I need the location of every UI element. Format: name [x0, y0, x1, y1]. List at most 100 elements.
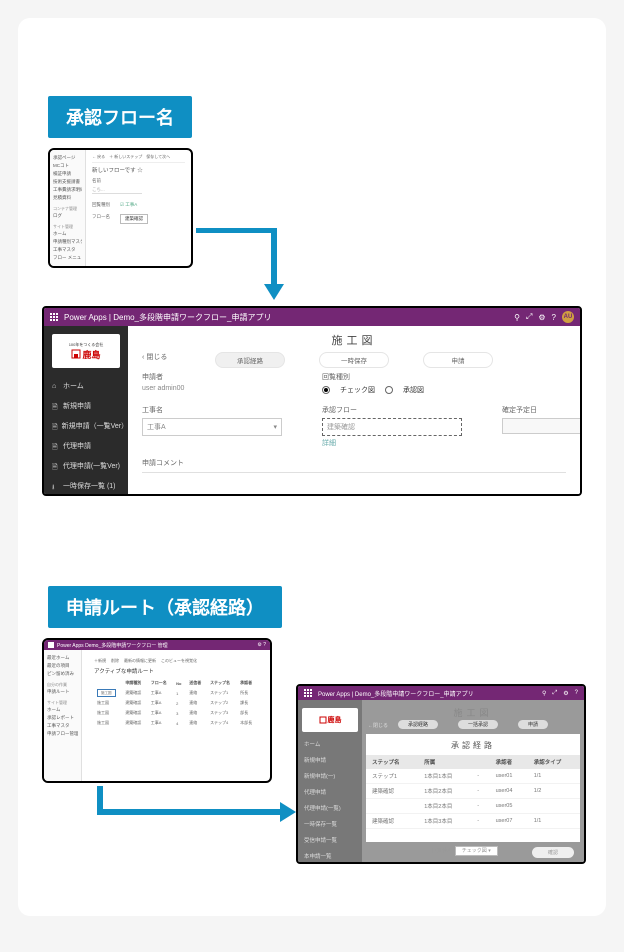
toolbar-save[interactable]: 保存して次へ [146, 154, 170, 160]
sidebar-item[interactable]: フロー メニュ [53, 254, 82, 262]
nav-draft-list[interactable]: ⭳一時保存一覧 (1) [44, 476, 128, 496]
tag-label: 回覧種別 [92, 202, 110, 208]
nav-new-request-list[interactable]: 🗎新規申請（一覧Ver） [44, 416, 128, 436]
save-icon: ⭳ [52, 483, 59, 490]
sidebar-item[interactable]: 承認ページ [53, 154, 82, 162]
table-row[interactable]: 施工図建築確認工事A1連絡ステップ1所長 [94, 688, 258, 698]
sidebar-item[interactable]: 工事マスタ [47, 722, 78, 730]
nav-proxy-request[interactable]: 🗎代理申請 [44, 436, 128, 456]
nav-item[interactable]: 新規申請(一) [298, 768, 362, 784]
approval-route-panel: Power Apps | Demo_多段階申請ワークフロー_申請アプリ ⚲ ⤢ … [296, 684, 586, 864]
table-row[interactable]: 施工図建築確認工事A4連絡ステップ4本部長 [94, 718, 258, 728]
sidebar-item[interactable]: 申請ルート [47, 688, 78, 696]
cmd-visual[interactable]: このビューを視覚化 [161, 658, 197, 664]
col-type[interactable]: 申請種別 [122, 678, 147, 688]
sidebar-item[interactable]: MCコト [53, 162, 82, 170]
tab-apply[interactable]: 申請 [423, 352, 493, 368]
pa3-sidebar: 鹿島 ホーム 新規申請 新規申請(一) 代理申請 代理申請(一覧) 一時保存一覧… [298, 700, 362, 862]
sidebar-item[interactable]: 技術支援請書 [53, 178, 82, 186]
tab-draft-save[interactable]: 一時保存 [319, 352, 389, 368]
confirm-button[interactable]: 確認 [532, 847, 574, 858]
row-select[interactable]: 施工図 [97, 689, 116, 697]
sidebar-item[interactable]: ピン留め済み [47, 670, 78, 678]
flow-value-box[interactable]: 建築確認 [322, 418, 462, 436]
nav-item[interactable]: 代理申請 [298, 784, 362, 800]
nav-new-request[interactable]: 🗎新規申請 [44, 396, 128, 416]
tab-approval-route[interactable]: 承認経路 [398, 720, 438, 729]
waffle-icon[interactable] [48, 642, 54, 648]
sidebar-item[interactable]: 工事費請求明細書 [53, 186, 82, 194]
sidebar-item[interactable]: 検証申請 [53, 170, 82, 178]
close-button[interactable]: ←閉じる [368, 722, 388, 729]
help-icon[interactable]: ? [575, 690, 578, 696]
radio-approve[interactable] [385, 386, 393, 394]
sidebar-item[interactable]: 承認レポート [47, 714, 78, 722]
sidebar-item[interactable]: 見積資料 [53, 194, 82, 202]
tag-value[interactable]: ☑ 工事A [120, 202, 137, 208]
magnet-icon[interactable]: ⚲ [542, 690, 546, 697]
sidebar-item[interactable]: 最近ホーム [47, 654, 78, 662]
name-input[interactable]: こち... [92, 187, 142, 194]
date-label: 確定予定日 [502, 405, 582, 415]
work-select[interactable]: 工事A▾ [142, 418, 282, 436]
col-no[interactable]: No [173, 678, 186, 688]
toolbar-new-step[interactable]: ＋ 新しいステップ [109, 154, 142, 160]
col-approver: 承認者 [490, 755, 528, 769]
pa3-main: 施工図 承認経路 一括承認 申請 ←閉じる 承認経路 ステップ名 所属 承認者 [362, 700, 584, 862]
bg-title: 施工図 [362, 706, 584, 719]
sidebar-item[interactable]: 工事マスタ [53, 246, 82, 254]
tab-bulk[interactable]: 一括承認 [458, 720, 498, 729]
waffle-icon[interactable] [304, 689, 312, 697]
flow-editor-panel: 承認ページ MCコト 検証申請 技術支援請書 工事費請求明細書 見積資料 コンテ… [48, 148, 193, 268]
sidebar-item[interactable]: ホーム [53, 230, 82, 238]
gear-icon[interactable]: ⚙ [538, 313, 545, 322]
waffle-icon[interactable] [50, 313, 58, 321]
sidebar-item[interactable]: 最近の項目 [47, 662, 78, 670]
nav-item[interactable]: 本申請一覧 [298, 848, 362, 864]
resize-icon[interactable]: ⤢ [552, 690, 557, 697]
col-approver[interactable]: 承認者 [237, 678, 258, 688]
table-row[interactable]: 建築確認1本目2本目-user041/2 [366, 784, 580, 799]
app-title: Power Apps | Demo_多段階申請ワークフロー_申請アプリ [64, 312, 271, 323]
sidebar-item[interactable]: 申請種別マスタ [53, 238, 82, 246]
table-row[interactable]: ステップ11本目1本目-user011/1 [366, 769, 580, 784]
col-sender[interactable]: 送信者 [186, 678, 207, 688]
list-sidebar: 最近ホーム 最近の項目 ピン留め済み 自分の作業 申請ルート サイト管理 ホーム… [44, 650, 82, 781]
comment-box[interactable] [142, 472, 566, 496]
sidebar-item[interactable]: ログ [53, 212, 82, 220]
nav-item[interactable]: 一時保存一覧 [298, 816, 362, 832]
table-row[interactable]: 施工図建築確認工事A3連絡ステップ3部長 [94, 708, 258, 718]
footer-select[interactable]: チェック図 ▾ [455, 846, 498, 856]
sidebar-item[interactable]: 申請フロー管理 [47, 730, 78, 738]
flow-detail-link[interactable]: 詳細 [322, 438, 462, 448]
resize-icon[interactable]: ⤢ [526, 312, 532, 322]
tab-approval-route[interactable]: 承認経路 [215, 352, 285, 368]
nav-item[interactable]: 代理申請(一覧) [298, 800, 362, 816]
col-step[interactable]: ステップ名 [207, 678, 237, 688]
avatar[interactable]: AU [562, 311, 574, 323]
flow-name-value[interactable]: 建築確認 [120, 214, 148, 224]
cmd-refresh[interactable]: 最新の情報に更新 [124, 658, 156, 664]
cmd-delete[interactable]: 削除 [111, 658, 119, 664]
nav-item[interactable]: 新規申請 [298, 752, 362, 768]
nav-item[interactable]: 受信申請一覧 [298, 832, 362, 848]
table-row[interactable]: 建築確認1本目3本目-user071/1 [366, 814, 580, 829]
radio-check[interactable] [322, 386, 330, 394]
nav-proxy-request-list[interactable]: 🗎代理申請(一覧Ver) [44, 456, 128, 476]
date-input[interactable]: 📅 [502, 418, 582, 434]
col-type: 承認タイプ [528, 755, 580, 769]
list-main: ＋新規 削除 最新の情報に更新 このビューを視覚化 アクティブな申請ルート 申請… [82, 650, 270, 781]
nav-home[interactable]: ⌂ホーム [44, 376, 128, 396]
tab-apply[interactable]: 申請 [518, 720, 548, 729]
col-flow[interactable]: フロー名 [148, 678, 173, 688]
table-row[interactable]: 施工図建築確認工事A2連絡ステップ2課長 [94, 698, 258, 708]
help-icon[interactable]: ? [552, 313, 556, 322]
flow-editor-sidebar: 承認ページ MCコト 検証申請 技術支援請書 工事費請求明細書 見積資料 コンテ… [50, 150, 86, 266]
sidebar-item[interactable]: ホーム [47, 706, 78, 714]
table-row[interactable]: 1本目2本目-user05 [366, 799, 580, 814]
gear-icon[interactable]: ⚙ [563, 690, 568, 697]
magnet-icon[interactable]: ⚲ [514, 313, 520, 322]
nav-item[interactable]: ホーム [298, 736, 362, 752]
cmd-new[interactable]: ＋新規 [94, 658, 106, 664]
toolbar-back[interactable]: ← 戻る [92, 154, 105, 160]
